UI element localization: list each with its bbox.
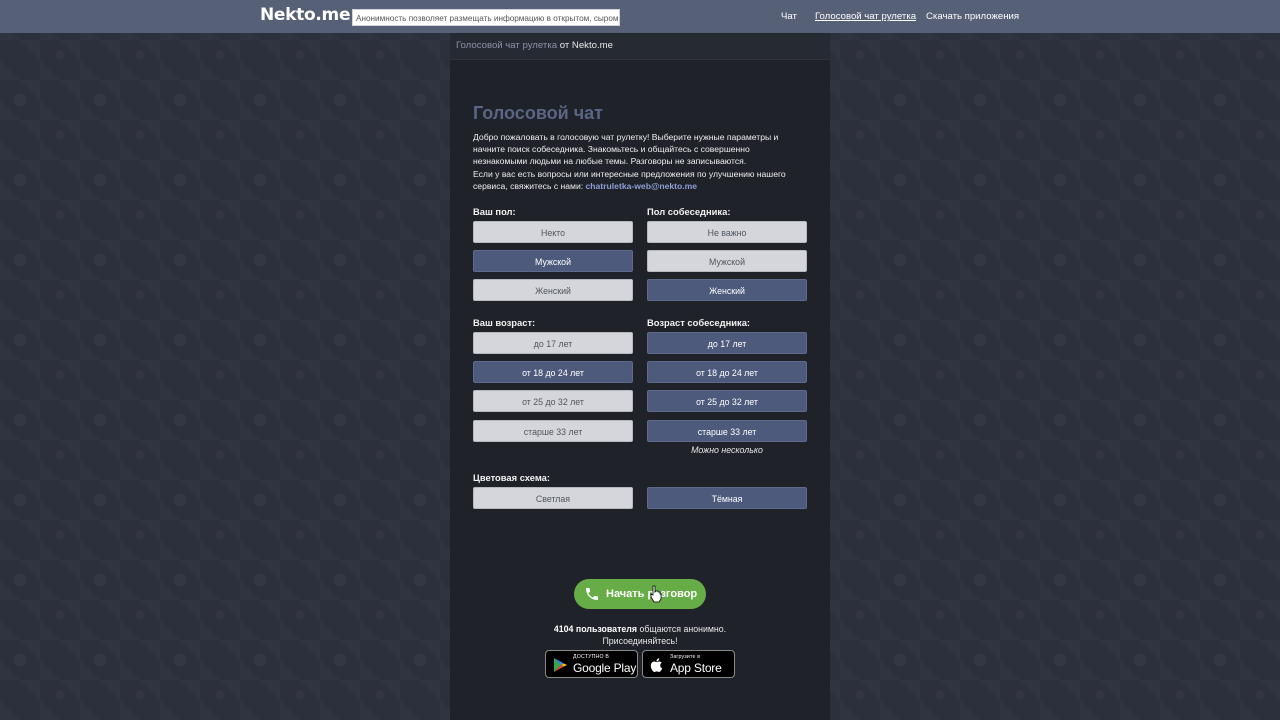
intro-welcome: Добро пожаловать в голосовую чат рулетку…	[473, 132, 779, 167]
nav-download-apps[interactable]: Скачать приложения	[926, 11, 1019, 22]
mouse-cursor-icon	[650, 585, 662, 603]
your-sex-option-nekto[interactable]: Некто	[473, 221, 633, 243]
breadcrumb-link[interactable]: Голосовой чат рулетка	[456, 40, 557, 51]
your-age-option-18-24[interactable]: от 18 до 24 лет	[473, 361, 633, 383]
multi-select-hint: Можно несколько	[691, 445, 763, 455]
breadcrumb: Голосовой чат рулетка от Nekto.me	[450, 33, 830, 60]
your-age-option-25-32[interactable]: от 25 до 32 лет	[473, 390, 633, 412]
start-conversation-button[interactable]: Начать разговор	[574, 579, 706, 609]
app-store-big: App Store	[670, 661, 722, 675]
join-text: Присоединяйтесь!	[602, 636, 678, 646]
partner-sex-label: Пол собеседника:	[647, 206, 731, 217]
breadcrumb-rest: от Nekto.me	[557, 40, 613, 51]
color-scheme-label: Цветовая схема:	[473, 472, 551, 483]
page-title: Голосовой чат	[473, 103, 603, 123]
google-play-icon	[554, 658, 567, 672]
nav-voice-chat[interactable]: Голосовой чат рулетка	[815, 11, 916, 22]
partner-age-option-18-24[interactable]: от 18 до 24 лет	[647, 361, 807, 383]
contact-email-link[interactable]: chatruletka-web@nekto.me	[586, 181, 698, 191]
top-bar: Nekto.me Анонимность позволяет размещать…	[0, 0, 1280, 33]
intro-text: Добро пожаловать в голосовую чат рулетку…	[473, 131, 803, 192]
your-sex-option-female[interactable]: Женский	[473, 279, 633, 301]
apple-icon	[650, 658, 663, 673]
partner-age-option-25-32[interactable]: от 25 до 32 лет	[647, 390, 807, 412]
partner-sex-option-male[interactable]: Мужской	[647, 250, 807, 272]
online-count: 4104 пользователя	[553, 624, 637, 634]
partner-age-label: Возраст собеседника:	[647, 317, 751, 328]
phone-icon	[586, 588, 598, 600]
your-age-label: Ваш возраст:	[473, 317, 536, 328]
google-play-big: Google Play	[573, 661, 637, 675]
site-logo[interactable]: Nekto.me	[260, 5, 350, 25]
google-play-badge[interactable]: ДОСТУПНО В Google Play	[545, 650, 638, 678]
main-panel: Голосовой чат рулетка от Nekto.me Голосо…	[450, 33, 830, 720]
partner-sex-option-female[interactable]: Женский	[647, 279, 807, 301]
online-users: 4104 пользователя общаются анонимно. При…	[450, 623, 830, 647]
anonymity-notice: Анонимность позволяет размещать информац…	[352, 9, 620, 26]
your-sex-option-male[interactable]: Мужской	[473, 250, 633, 272]
partner-sex-option-any[interactable]: Не важно	[647, 221, 807, 243]
app-store-small: Загрузите в	[670, 654, 701, 660]
google-play-small: ДОСТУПНО В	[573, 654, 609, 660]
online-rest: общаются анонимно.	[637, 624, 727, 634]
nav-chat[interactable]: Чат	[781, 11, 797, 22]
partner-age-option-over-33[interactable]: старше 33 лет	[647, 420, 807, 442]
your-age-option-over-33[interactable]: старше 33 лет	[473, 420, 633, 442]
app-store-badge[interactable]: Загрузите в App Store	[642, 650, 735, 678]
color-scheme-option-light[interactable]: Светлая	[473, 487, 633, 509]
your-age-option-under-17[interactable]: до 17 лет	[473, 332, 633, 354]
color-scheme-option-dark[interactable]: Тёмная	[647, 487, 807, 509]
your-sex-label: Ваш пол:	[473, 206, 516, 217]
partner-age-option-under-17[interactable]: до 17 лет	[647, 332, 807, 354]
